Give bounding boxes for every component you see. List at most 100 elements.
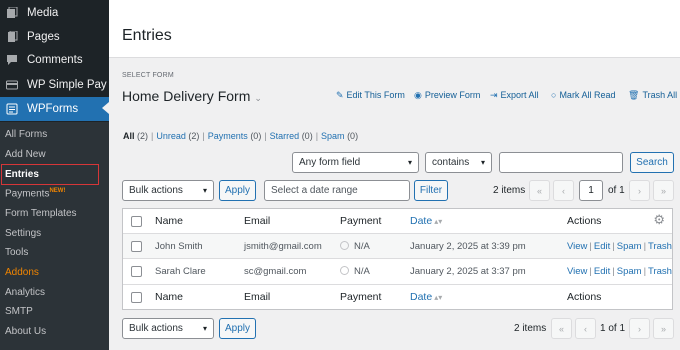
footer-column-date[interactable]: Date ▴▾ — [410, 291, 442, 303]
search-operator-select[interactable]: contains ▾ — [425, 152, 492, 173]
bulk-actions-select-bottom[interactable]: Bulk actions ▾ — [122, 318, 214, 339]
edit-form-link[interactable]: ✎ Edit This Form — [336, 90, 405, 101]
footer-column-actions: Actions — [567, 291, 602, 303]
mark-all-read-label: Mark All Read — [559, 90, 616, 100]
filter-button[interactable]: Filter — [414, 180, 448, 201]
last-page-button-bottom[interactable]: » — [653, 318, 674, 339]
prev-page-button[interactable]: ‹ — [553, 180, 574, 201]
apply-button-bottom[interactable]: Apply — [219, 318, 256, 339]
submenu-settings[interactable]: Settings — [5, 228, 41, 239]
items-count-bottom: 2 items — [514, 323, 547, 334]
footer-column-email: Email — [244, 291, 271, 303]
entries-table: Name Email Payment Date ▴▾ Actions ⚙ John… — [122, 208, 673, 310]
column-actions: Actions — [567, 215, 602, 227]
page-title: Entries — [122, 27, 172, 44]
view-link[interactable]: View — [567, 266, 587, 277]
select-all-checkbox-footer[interactable] — [131, 292, 142, 303]
spam-link[interactable]: Spam — [617, 266, 642, 277]
submenu-payments[interactable]: PaymentsNEW! — [5, 188, 65, 199]
mark-all-read-link[interactable]: ○ Mark All Read — [551, 90, 615, 100]
first-page-button-bottom[interactable]: « — [551, 318, 572, 339]
filter-unread[interactable]: Unread — [156, 131, 186, 141]
last-page-button[interactable]: » — [653, 180, 674, 201]
table-row: John Smith jsmith@gmail.com N/A January … — [123, 234, 672, 259]
form-selector[interactable]: Home Delivery Form ⌄ — [122, 88, 262, 104]
admin-sidebar: Media Pages Comments WP Simple Pay WPFor… — [0, 0, 109, 350]
row-checkbox[interactable] — [131, 266, 142, 277]
search-operator-value: contains — [432, 157, 470, 168]
search-field-value: Any form field — [299, 157, 361, 168]
submenu-form-templates[interactable]: Form Templates — [5, 208, 77, 219]
filter-all[interactable]: All — [123, 131, 135, 141]
chevron-down-icon: ▾ — [407, 158, 412, 167]
new-badge: NEW! — [49, 188, 66, 194]
entry-payment-value: N/A — [354, 241, 370, 252]
chevron-down-icon: ▾ — [202, 186, 207, 195]
date-range-input[interactable]: Select a date range — [264, 180, 410, 201]
filter-payments[interactable]: Payments — [208, 131, 248, 141]
trash-all-link[interactable]: 🗑 Trash All — [628, 90, 677, 101]
trash-link[interactable]: Trash — [648, 241, 672, 252]
pencil-icon: ✎ — [336, 90, 344, 100]
separator: | — [202, 131, 205, 141]
submenu-payments-label: Payments — [5, 188, 50, 200]
edit-link[interactable]: Edit — [594, 266, 610, 277]
bulk-actions-select[interactable]: Bulk actions ▾ — [122, 180, 214, 201]
entry-payment: N/A — [340, 241, 370, 252]
view-link[interactable]: View — [567, 241, 587, 252]
media-icon — [6, 7, 18, 19]
menu-wp-simple-pay[interactable]: WP Simple Pay — [0, 74, 109, 96]
select-form-label: SELECT FORM — [122, 72, 174, 79]
select-all-checkbox[interactable] — [131, 216, 142, 227]
submenu-tools[interactable]: Tools — [5, 247, 28, 258]
current-page-input[interactable]: 1 — [579, 180, 603, 201]
filter-spam[interactable]: Spam — [321, 131, 345, 141]
search-button[interactable]: Search — [630, 152, 674, 173]
menu-wpforms[interactable]: WPForms — [0, 97, 109, 121]
entry-email: sc@gmail.com — [244, 266, 307, 277]
edit-link[interactable]: Edit — [594, 241, 610, 252]
menu-media[interactable]: Media — [0, 2, 109, 24]
column-name: Name — [155, 215, 184, 227]
submenu-smtp[interactable]: SMTP — [5, 306, 33, 317]
submenu-analytics[interactable]: Analytics — [5, 287, 45, 298]
filter-unread-count: (2) — [188, 131, 200, 141]
menu-comments[interactable]: Comments — [0, 49, 109, 71]
entry-payment-value: N/A — [354, 266, 370, 277]
trash-all-label: Trash All — [642, 90, 678, 100]
search-field-select[interactable]: Any form field ▾ — [292, 152, 419, 173]
next-page-button[interactable]: › — [629, 180, 650, 201]
filter-starred[interactable]: Starred — [270, 131, 300, 141]
gear-icon[interactable]: ⚙ — [653, 212, 665, 228]
comments-icon — [6, 54, 18, 66]
trash-link[interactable]: Trash — [648, 266, 672, 277]
submenu-about-us[interactable]: About Us — [5, 326, 46, 337]
column-date[interactable]: Date ▴▾ — [410, 215, 442, 227]
spam-link[interactable]: Spam — [617, 241, 642, 252]
entry-date: January 2, 2025 at 3:37 pm — [410, 266, 526, 277]
next-page-button-bottom[interactable]: › — [629, 318, 650, 339]
page-total: of 1 — [608, 185, 625, 196]
bulk-actions-bottom-value: Bulk actions — [129, 323, 183, 334]
filter-payments-count: (0) — [250, 131, 262, 141]
sort-icon: ▴▾ — [434, 217, 443, 226]
separator: | — [589, 241, 592, 252]
search-input[interactable] — [499, 152, 623, 173]
row-checkbox[interactable] — [131, 241, 142, 252]
submenu-all-forms[interactable]: All Forms — [5, 129, 47, 140]
separator: | — [612, 241, 615, 252]
export-all-label: Export All — [500, 90, 539, 100]
submenu-add-new[interactable]: Add New — [5, 149, 46, 160]
status-filters: All (2) | Unread (2) | Payments (0) | Starred … — [123, 131, 358, 141]
menu-pages[interactable]: Pages — [0, 26, 109, 48]
apply-button[interactable]: Apply — [219, 180, 256, 201]
export-all-link[interactable]: ⇥ Export All — [490, 90, 539, 101]
submenu-addons[interactable]: Addons — [5, 267, 39, 278]
footer-column-date-label: Date — [410, 291, 433, 303]
first-page-button[interactable]: « — [529, 180, 550, 201]
simple-pay-icon — [6, 79, 18, 91]
prev-page-button-bottom[interactable]: ‹ — [575, 318, 596, 339]
preview-form-link[interactable]: ◉ Preview Form — [414, 90, 480, 101]
column-date-label: Date — [410, 215, 433, 227]
entry-email: jsmith@gmail.com — [244, 241, 322, 252]
